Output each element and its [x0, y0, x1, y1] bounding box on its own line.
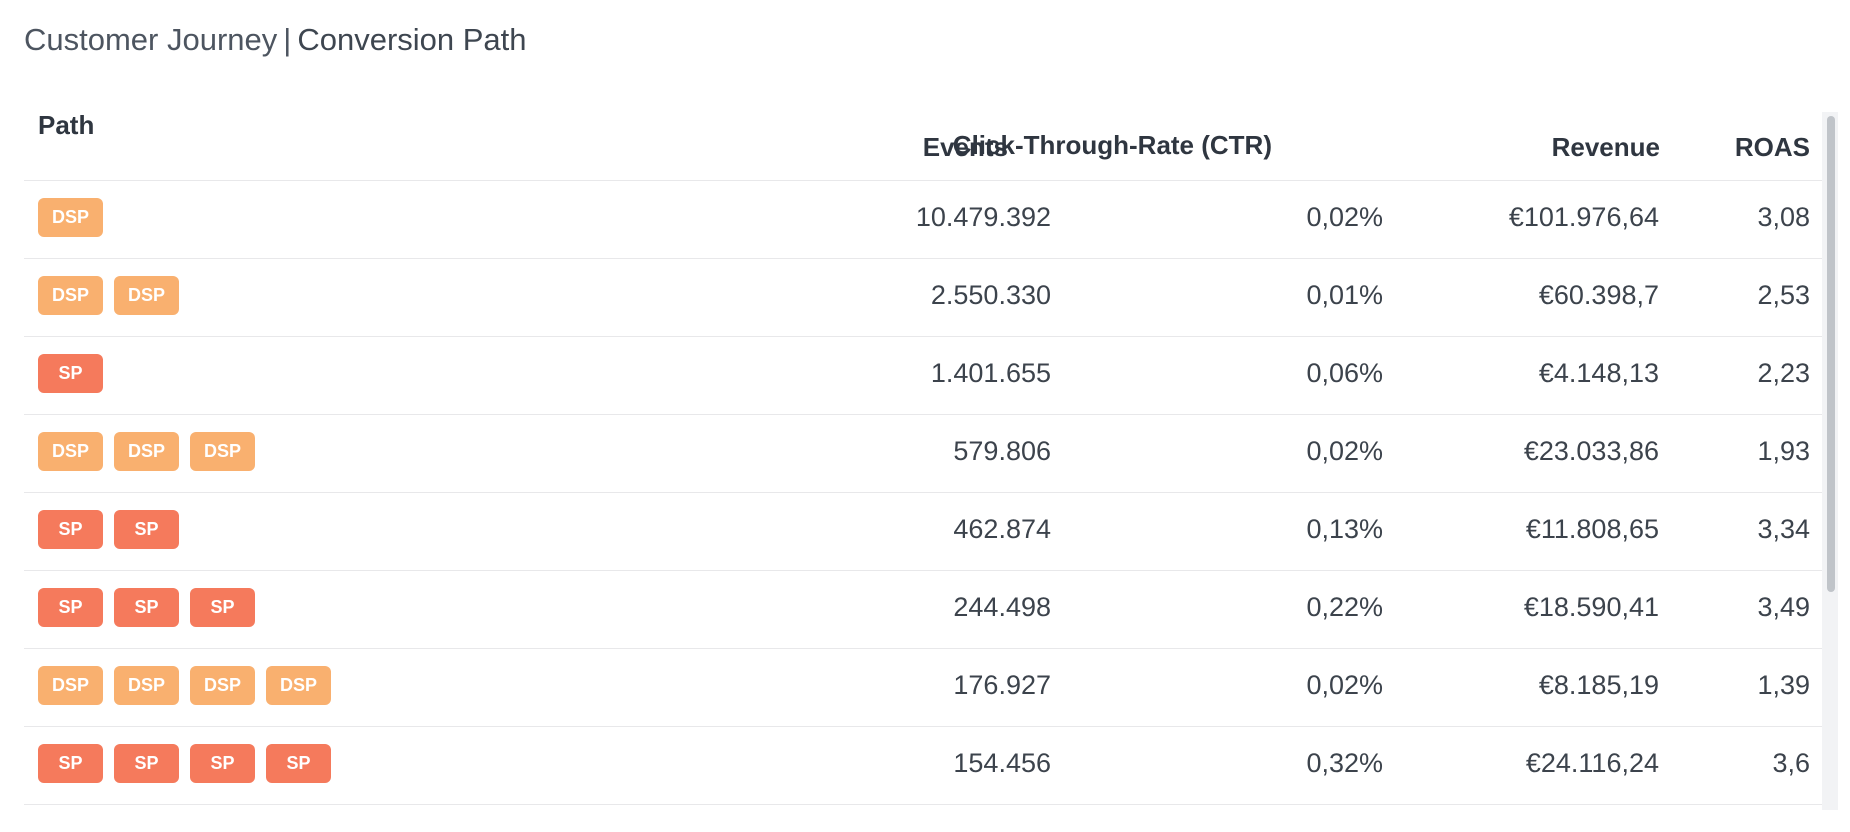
table-row[interactable]: DSP DSP DSP 579.806 0,02% €23.033,86 1,93: [24, 415, 1824, 493]
path-badge-dsp: DSP: [190, 666, 255, 705]
revenue-cell: €8.185,19: [1538, 670, 1659, 700]
title-secondary: Conversion Path: [297, 22, 527, 57]
title-primary: Customer Journey: [24, 22, 278, 57]
path-cell: SP SP SP SP: [38, 744, 331, 783]
revenue-cell: €60.398,7: [1538, 280, 1659, 310]
table-row[interactable]: SP SP SP 244.498 0,22% €18.590,41 3,49: [24, 571, 1824, 649]
path-badge-sp: SP: [38, 588, 103, 627]
ctr-cell: 0,13%: [1306, 514, 1383, 544]
path-badge-dsp: DSP: [190, 432, 255, 471]
revenue-cell: €11.808,65: [1525, 514, 1659, 544]
events-cell: 154.456: [953, 748, 1051, 778]
conversion-path-table: Path Events Click-Through-Rate (CTR) Rev…: [24, 108, 1824, 810]
ctr-cell: 0,02%: [1306, 436, 1383, 466]
path-badge-sp: SP: [38, 510, 103, 549]
path-badge-sp: SP: [114, 744, 179, 783]
path-badge-dsp: DSP: [38, 666, 103, 705]
path-badge-sp: SP: [114, 588, 179, 627]
roas-cell: 3,08: [1757, 202, 1810, 232]
path-badge-sp: SP: [266, 744, 331, 783]
ctr-cell: 0,32%: [1306, 748, 1383, 778]
events-cell: 462.874: [953, 514, 1051, 544]
path-badge-sp: SP: [190, 588, 255, 627]
path-badge-dsp: DSP: [114, 432, 179, 471]
path-cell: SP SP: [38, 510, 179, 549]
column-header-revenue[interactable]: Revenue: [1552, 132, 1660, 163]
roas-cell: 2,23: [1757, 358, 1810, 388]
ctr-cell: 0,01%: [1306, 280, 1383, 310]
revenue-cell: €18.590,41: [1523, 592, 1659, 622]
events-cell: 244.498: [953, 592, 1051, 622]
revenue-cell: €4.148,13: [1538, 358, 1659, 388]
path-cell: DSP DSP: [38, 276, 179, 315]
title-separator: |: [283, 22, 292, 57]
path-cell: DSP: [38, 198, 103, 237]
table-row[interactable]: SP SP SP SP 154.456 0,32% €24.116,24 3,6: [24, 727, 1824, 805]
events-cell: 10.479.392: [915, 202, 1051, 232]
path-badge-sp: SP: [190, 744, 255, 783]
table-body: DSP 10.479.392 0,02% €101.976,64 3,08 DSP DSP 2…: [24, 181, 1824, 805]
path-cell: DSP DSP DSP: [38, 432, 255, 471]
path-badge-sp: SP: [38, 354, 103, 393]
path-cell: DSP DSP DSP DSP: [38, 666, 331, 705]
scrollbar-thumb[interactable]: [1827, 116, 1835, 592]
events-cell: 1.401.655: [930, 358, 1051, 388]
revenue-cell: €24.116,24: [1525, 748, 1659, 778]
roas-cell: 3,34: [1757, 514, 1810, 544]
path-badge-dsp: DSP: [114, 276, 179, 315]
path-badge-sp: SP: [38, 744, 103, 783]
column-header-roas[interactable]: ROAS: [1735, 132, 1810, 163]
table-row[interactable]: SP 1.401.655 0,06% €4.148,13 2,23: [24, 337, 1824, 415]
path-badge-dsp: DSP: [266, 666, 331, 705]
ctr-cell: 0,02%: [1306, 202, 1383, 232]
path-badge-dsp: DSP: [38, 432, 103, 471]
path-badge-sp: SP: [114, 510, 179, 549]
path-cell: SP: [38, 354, 103, 393]
table-row[interactable]: DSP 10.479.392 0,02% €101.976,64 3,08: [24, 181, 1824, 259]
column-header-path[interactable]: Path: [38, 110, 94, 141]
table-row[interactable]: DSP DSP DSP DSP 176.927 0,02% €8.185,19 1,39: [24, 649, 1824, 727]
events-cell: 579.806: [953, 436, 1051, 466]
ctr-cell: 0,06%: [1306, 358, 1383, 388]
roas-cell: 3,6: [1772, 748, 1810, 778]
roas-cell: 3,49: [1757, 592, 1810, 622]
ctr-cell: 0,22%: [1306, 592, 1383, 622]
events-cell: 176.927: [953, 670, 1051, 700]
table-row[interactable]: DSP DSP 2.550.330 0,01% €60.398,7 2,53: [24, 259, 1824, 337]
path-badge-dsp: DSP: [38, 276, 103, 315]
revenue-cell: €101.976,64: [1508, 202, 1659, 232]
ctr-cell: 0,02%: [1306, 670, 1383, 700]
roas-cell: 1,39: [1757, 670, 1810, 700]
path-badge-dsp: DSP: [114, 666, 179, 705]
events-cell: 2.550.330: [930, 280, 1051, 310]
column-header-ctr[interactable]: Click-Through-Rate (CTR): [953, 130, 1272, 161]
path-cell: SP SP SP: [38, 588, 255, 627]
path-badge-dsp: DSP: [38, 198, 103, 237]
roas-cell: 2,53: [1757, 280, 1810, 310]
roas-cell: 1,93: [1757, 436, 1810, 466]
page-title: Customer Journey | Conversion Path: [24, 22, 527, 58]
table-header: Path Events Click-Through-Rate (CTR) Rev…: [24, 108, 1824, 181]
revenue-cell: €23.033,86: [1523, 436, 1659, 466]
table-row[interactable]: SP SP 462.874 0,13% €11.808,65 3,34: [24, 493, 1824, 571]
